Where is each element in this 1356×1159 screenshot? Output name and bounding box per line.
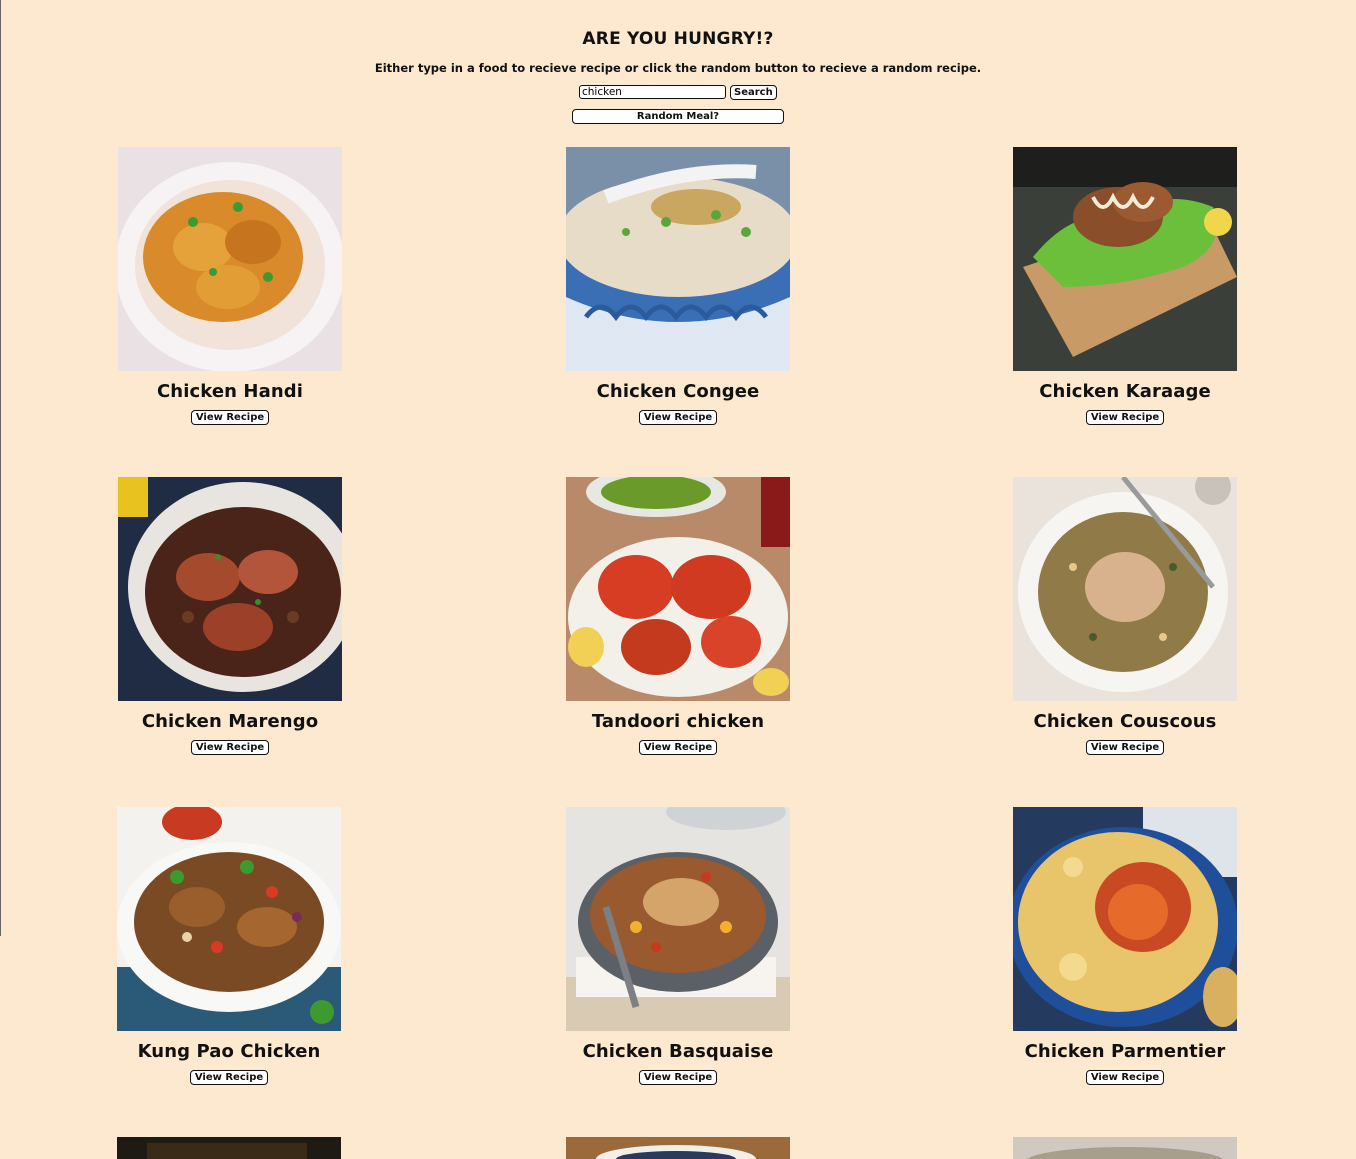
meal-card: Kung Pao Chicken View Recipe bbox=[117, 807, 341, 1085]
meal-title: Kung Pao Chicken bbox=[137, 1041, 321, 1062]
meal-image[interactable] bbox=[566, 807, 790, 1031]
search-bar: Search bbox=[579, 85, 777, 101]
meal-title: Chicken Congee bbox=[596, 381, 760, 402]
random-meal-button[interactable]: Random Meal? bbox=[572, 109, 784, 124]
meal-card: Chicken Karaage View Recipe bbox=[1013, 147, 1237, 425]
meal-image[interactable] bbox=[117, 1137, 341, 1159]
meal-card: Chicken Congee View Recipe bbox=[566, 147, 790, 425]
page-left-border bbox=[0, 0, 1, 936]
meal-image[interactable] bbox=[566, 1137, 790, 1159]
view-recipe-button[interactable]: View Recipe bbox=[1085, 410, 1165, 425]
meal-image[interactable] bbox=[566, 147, 790, 371]
meal-title: Chicken Handi bbox=[156, 381, 304, 402]
meal-card: Tandoori chicken View Recipe bbox=[566, 477, 790, 755]
view-recipe-button[interactable]: View Recipe bbox=[638, 1070, 718, 1085]
meal-card: Chicken Handi View Recipe bbox=[118, 147, 342, 425]
meal-card: Chicken Marengo View Recipe bbox=[118, 477, 342, 755]
view-recipe-button[interactable]: View Recipe bbox=[1085, 1070, 1165, 1085]
view-recipe-button[interactable]: View Recipe bbox=[638, 740, 718, 755]
meal-card: Chicken Couscous View Recipe bbox=[1013, 477, 1237, 755]
meal-title: Tandoori chicken bbox=[591, 711, 765, 732]
meal-image[interactable] bbox=[1013, 477, 1237, 701]
view-recipe-button[interactable]: View Recipe bbox=[190, 740, 270, 755]
meal-title: Chicken Basquaise bbox=[582, 1041, 774, 1062]
meal-title: Chicken Marengo bbox=[141, 711, 319, 732]
meal-image[interactable] bbox=[1013, 1137, 1237, 1159]
meal-image[interactable] bbox=[117, 807, 341, 1031]
search-input[interactable] bbox=[579, 85, 726, 99]
view-recipe-button[interactable]: View Recipe bbox=[189, 1070, 269, 1085]
page-subtitle: Either type in a food to recieve recipe … bbox=[374, 61, 982, 75]
view-recipe-button[interactable]: View Recipe bbox=[638, 410, 718, 425]
meal-image[interactable] bbox=[118, 477, 342, 701]
search-button[interactable]: Search bbox=[730, 85, 777, 100]
meal-image[interactable] bbox=[1013, 807, 1237, 1031]
meal-image[interactable] bbox=[118, 147, 342, 371]
view-recipe-button[interactable]: View Recipe bbox=[1085, 740, 1165, 755]
meal-card: Chicken Basquaise View Recipe bbox=[566, 807, 790, 1085]
meal-image[interactable] bbox=[566, 477, 790, 701]
meal-image[interactable] bbox=[1013, 147, 1237, 371]
meal-title: Chicken Parmentier bbox=[1024, 1041, 1226, 1062]
page-title: ARE YOU HUNGRY!? bbox=[582, 29, 774, 49]
meal-title: Chicken Couscous bbox=[1033, 711, 1217, 732]
meal-card: Chicken Parmentier View Recipe bbox=[1013, 807, 1237, 1085]
view-recipe-button[interactable]: View Recipe bbox=[190, 410, 270, 425]
meal-title: Chicken Karaage bbox=[1039, 381, 1211, 402]
